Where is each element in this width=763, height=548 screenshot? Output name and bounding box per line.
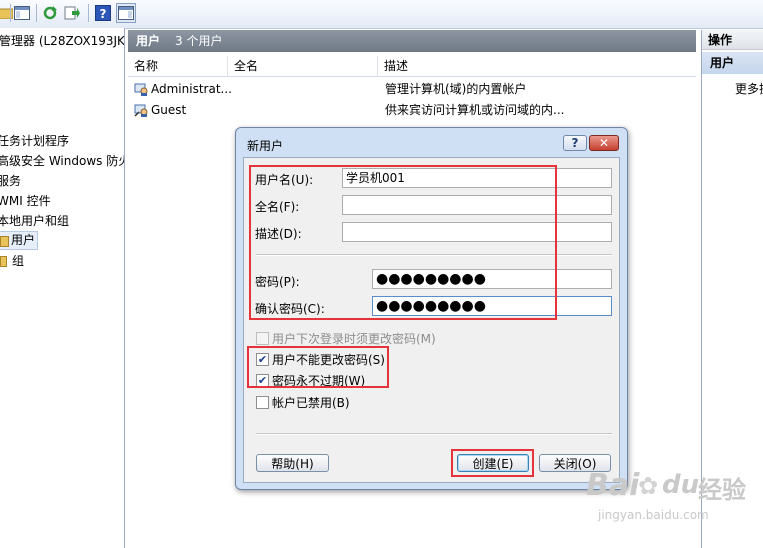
column-header-fullname[interactable]: 全名 <box>228 56 378 76</box>
user-icon <box>134 82 148 102</box>
highlight-box-create-button <box>451 449 534 477</box>
folder-icon <box>0 256 7 267</box>
table-row[interactable]: Administrat... 管理计算机(域)的内置帐户 <box>132 79 692 99</box>
user-name-cell: Administrat... <box>151 82 232 96</box>
column-header-description[interactable]: 描述 <box>378 56 696 76</box>
toolbar-separator <box>36 4 37 22</box>
highlight-box-password-options <box>247 346 389 388</box>
tree-root-computer-management[interactable]: 管理器 (L28ZOX193JKX <box>0 32 124 50</box>
tree-item-local-users-groups[interactable]: 本地用户和组 <box>0 212 69 230</box>
actions-more-link[interactable]: 更多操 <box>735 80 763 97</box>
dialog-close-button[interactable]: ✕ <box>589 135 619 151</box>
help-icon[interactable]: ? <box>93 3 113 23</box>
table-row[interactable]: Guest 供来宾访问计算机或访问域的内... <box>132 100 692 120</box>
svg-text:?: ? <box>100 7 107 21</box>
watermark-paw-icon: ✿ <box>638 472 659 500</box>
tree-item-groups-label: 组 <box>12 254 25 268</box>
actions-header: 操作 <box>702 30 763 50</box>
refresh-icon[interactable] <box>40 3 60 23</box>
export-list-icon[interactable] <box>62 3 82 23</box>
tree-item-services[interactable]: 服务 <box>0 172 21 190</box>
highlight-box-account-fields <box>249 165 557 320</box>
account-disabled-label: 帐户已禁用(B) <box>272 396 350 410</box>
user-disabled-icon <box>134 103 148 123</box>
user-description-cell: 管理计算机(域)的内置帐户 <box>385 82 527 96</box>
tree-item-windows-firewall[interactable]: 高级安全 Windows 防火 <box>0 152 124 170</box>
tree-item-task-scheduler[interactable]: 任务计划程序 <box>0 132 69 150</box>
list-count: 3 个用户 <box>175 34 223 48</box>
watermark-brand-b: du <box>662 470 700 500</box>
tree-item-users-label: 用户 <box>11 233 36 247</box>
show-hide-console-tree-icon[interactable] <box>12 3 32 23</box>
user-description-cell: 供来宾访问计算机或访问域的内... <box>385 103 565 117</box>
must-change-password-checkbox[interactable] <box>256 332 269 345</box>
help-button[interactable]: 帮助(H) <box>256 454 329 472</box>
list-header-bar: 用户 3 个用户 <box>128 30 696 52</box>
folder-icon <box>0 236 9 247</box>
list-title: 用户 <box>136 34 161 48</box>
watermark-url: jingyan.baidu.com <box>598 508 709 522</box>
user-name-cell: Guest <box>151 103 187 117</box>
toolbar-separator <box>10 4 11 22</box>
toolbar: ? <box>0 0 763 29</box>
divider <box>256 433 612 435</box>
show-hide-action-pane-icon[interactable] <box>116 3 136 23</box>
tree-item-users[interactable]: 用户 <box>0 231 38 250</box>
dialog-title: 新用户 <box>247 139 284 153</box>
actions-section-users[interactable]: 用户 <box>702 52 763 74</box>
watermark-brand-a: Bai <box>586 468 640 503</box>
dialog-help-button[interactable]: ? <box>563 135 587 151</box>
column-header-row: 名称 全名 描述 <box>128 56 696 77</box>
column-header-name[interactable]: 名称 <box>128 56 228 76</box>
baidu-jingyan-watermark: Bai ✿ du 经验 jingyan.baidu.com <box>586 468 756 528</box>
watermark-brand-c: 经验 <box>698 476 746 504</box>
toolbar-separator <box>88 4 89 22</box>
account-disabled-checkbox[interactable] <box>256 396 269 409</box>
tree-item-wmi-control[interactable]: WMI 控件 <box>0 192 51 210</box>
must-change-password-label: 用户下次登录时须更改密码(M) <box>272 332 436 346</box>
console-tree: 管理器 (L28ZOX193JKX 任务计划程序 高级安全 Windows 防火… <box>0 28 125 548</box>
